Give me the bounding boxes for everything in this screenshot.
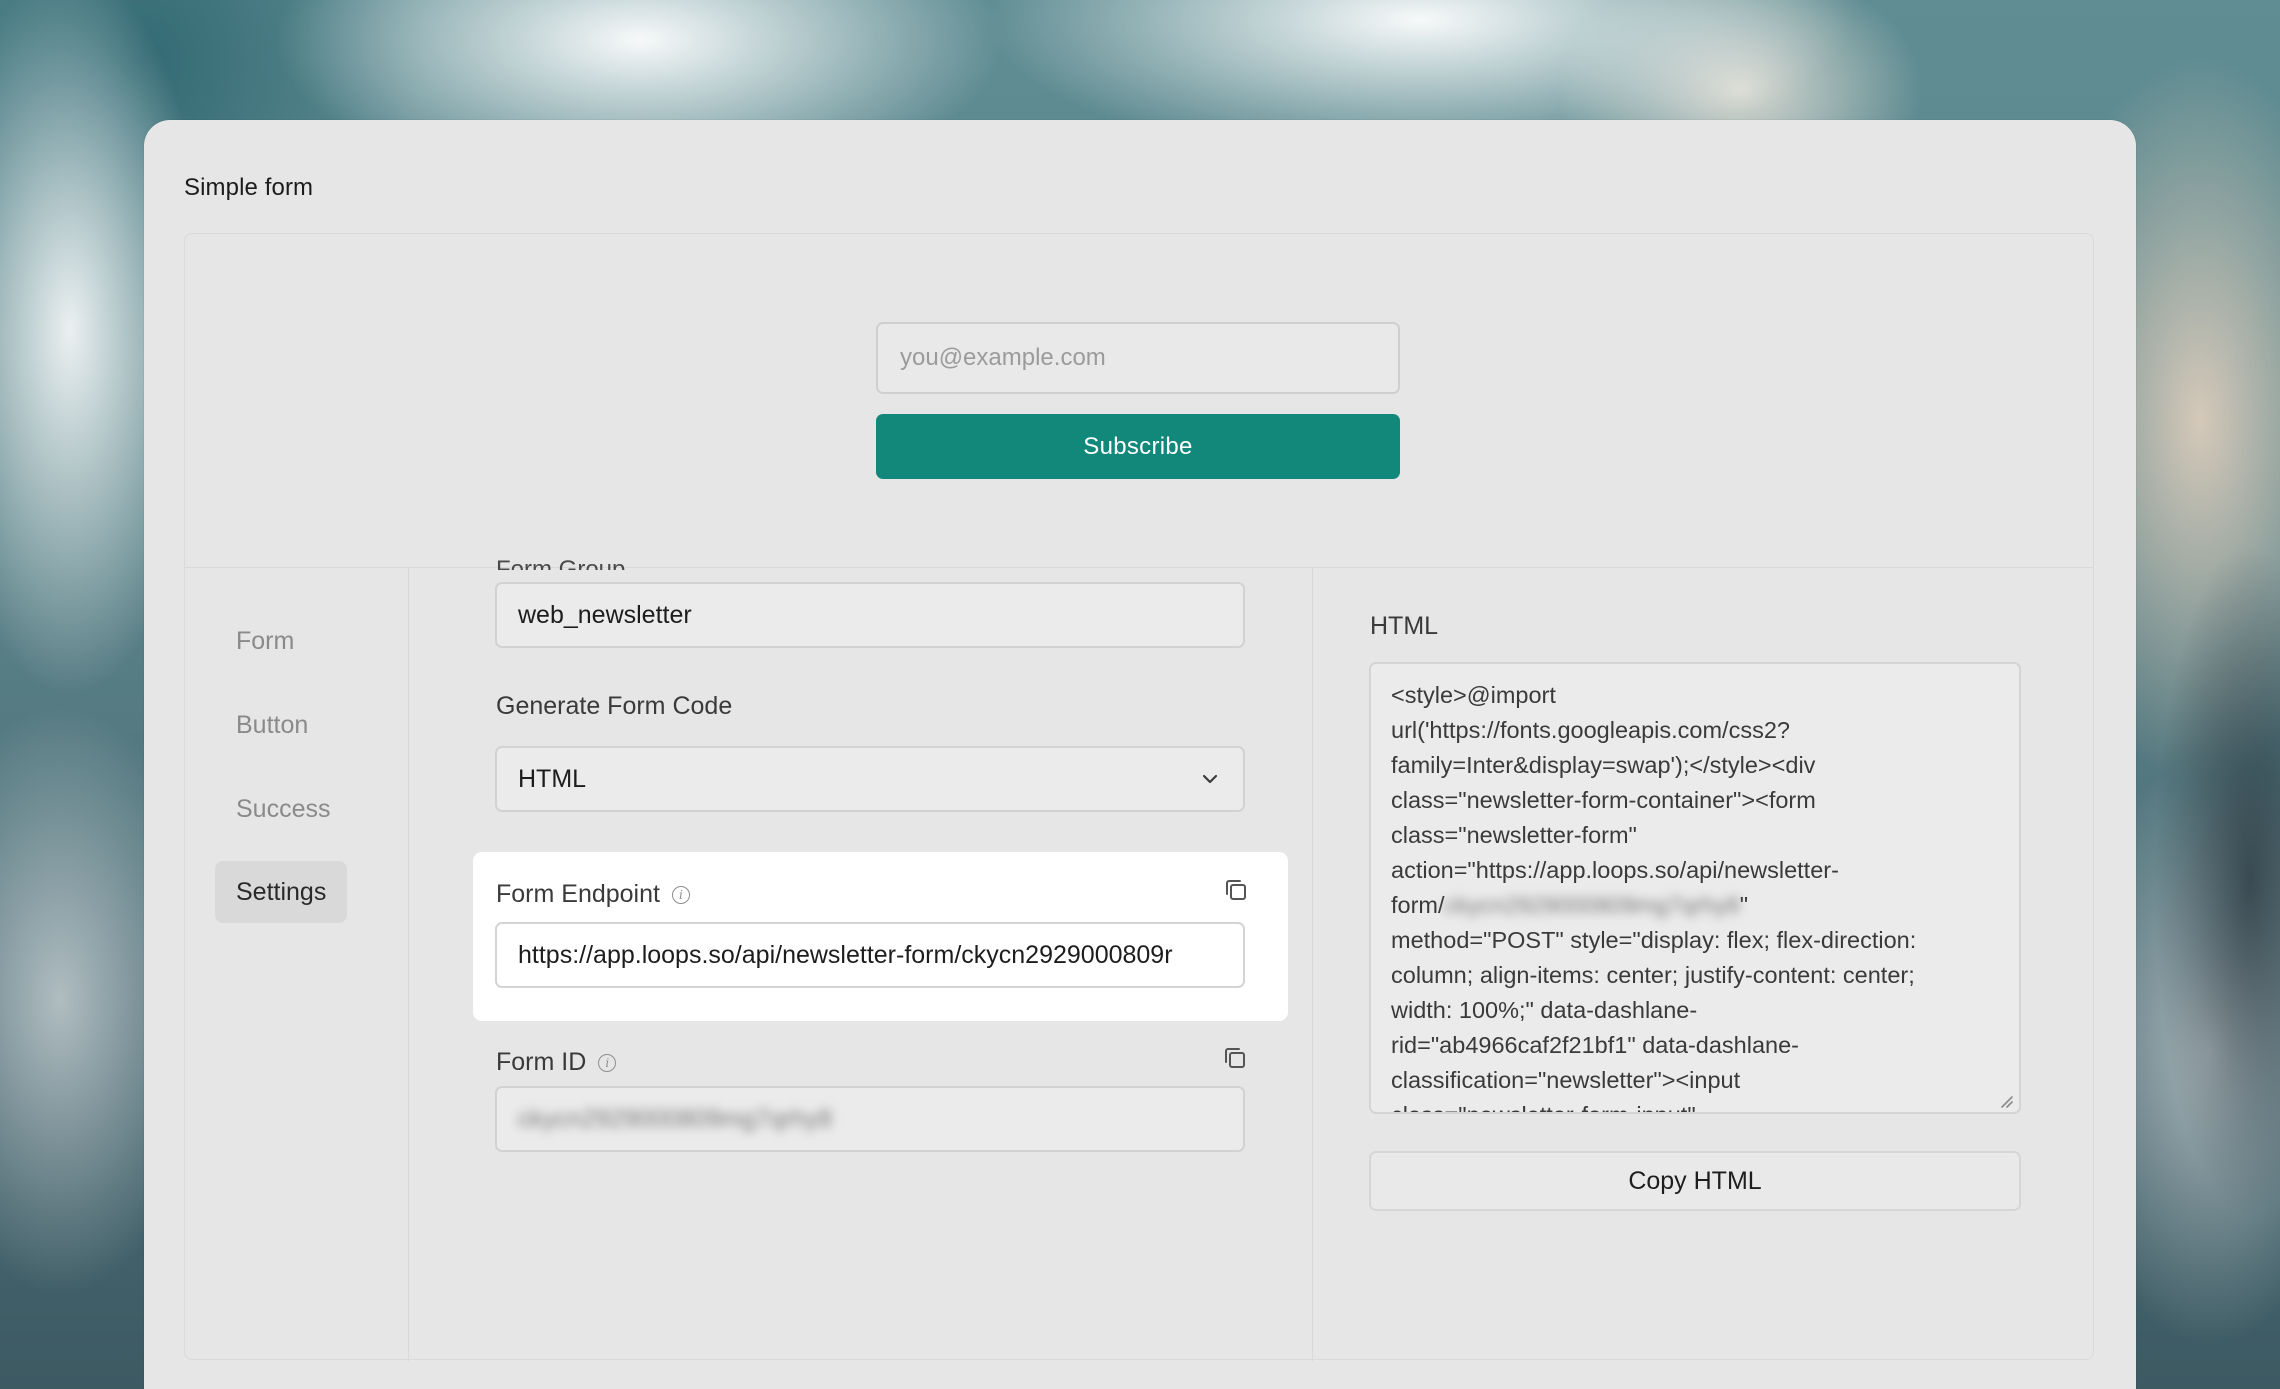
sidebar-item-label: Button (236, 710, 309, 739)
form-preview: Subscribe (185, 234, 2093, 568)
window-title: Simple form (184, 174, 314, 201)
code-line: column; align-items: center; justify-con… (1391, 962, 1915, 988)
sidebar-item-success[interactable]: Success (215, 778, 351, 840)
code-line: class="newsletter-form" (1391, 822, 1637, 848)
settings-sidebar: Form Button Success Settings (185, 568, 409, 1361)
sidebar-item-label: Success (236, 794, 331, 823)
code-line: rid="ab4966caf2f21bf1" data-dashlane- (1391, 1032, 1800, 1058)
form-endpoint-card: Form Endpoint i https://app.loops.so/api… (473, 852, 1288, 1021)
code-line: action="https://app.loops.so/api/newslet… (1391, 857, 1839, 883)
code-line: class="newsletter-form-container"><form (1391, 787, 1816, 813)
code-line: family=Inter&display=swap');</style><div (1391, 752, 1816, 778)
form-endpoint-input[interactable]: https://app.loops.so/api/newsletter-form… (495, 922, 1245, 988)
subscribe-button[interactable]: Subscribe (876, 414, 1400, 479)
code-line-form: form/ckycn2929000809mg7qrhy8" (1391, 888, 1999, 923)
form-endpoint-label: Form Endpoint i (496, 880, 690, 909)
sidebar-item-settings[interactable]: Settings (215, 861, 348, 923)
generate-code-label-text: Generate Form Code (496, 692, 733, 720)
info-icon[interactable]: i (671, 885, 690, 904)
generate-code-value: HTML (518, 764, 587, 793)
form-id-input[interactable]: ckycn2929000809mg7qrhy8 (495, 1086, 1245, 1152)
html-label: HTML (1370, 612, 1439, 640)
form-endpoint-value: https://app.loops.so/api/newsletter-form… (518, 940, 1173, 969)
settings-fields: Form Group web_newsletter Generate Form … (409, 556, 1313, 1361)
form-id-label-text: Form ID (496, 1048, 587, 1076)
sidebar-item-label: Form (236, 626, 295, 655)
generate-code-label: Generate Form Code (496, 692, 732, 721)
email-input[interactable] (876, 322, 1400, 394)
code-form-id: ckycn2929000809mg7qrhy8 (1444, 892, 1740, 918)
copy-html-button[interactable]: Copy HTML (1369, 1151, 2021, 1211)
html-code-textarea[interactable]: <style>@import url('https://fonts.google… (1369, 662, 2021, 1114)
user-group-input[interactable]: web_newsletter (495, 582, 1245, 648)
code-line: url('https://fonts.googleapis.com/css2? (1391, 717, 1790, 743)
form-editor-window: Simple form Subscribe Form Button Succes… (144, 120, 2136, 1389)
form-endpoint-label-text: Form Endpoint (496, 880, 660, 908)
copy-icon[interactable] (1222, 876, 1250, 904)
user-group-value: web_newsletter (518, 600, 692, 629)
info-icon[interactable]: i (598, 1053, 617, 1072)
background-shade (2130, 360, 2280, 1389)
code-line: width: 100%;" data-dashlane- (1391, 997, 1698, 1023)
editor-panel: Subscribe Form Button Success Settings F… (184, 233, 2094, 1361)
code-form-quote: " (1739, 892, 1749, 918)
code-line: <style>@import (1391, 682, 1556, 708)
form-id-value: ckycn2929000809mg7qrhy8 (518, 1104, 833, 1133)
sidebar-item-button[interactable]: Button (215, 694, 329, 756)
sidebar-item-label: Settings (236, 877, 327, 906)
code-form-prefix: form/ (1391, 892, 1445, 918)
code-line: method="POST" style="display: flex; flex… (1391, 927, 1917, 953)
user-group-label: Form Group (496, 556, 626, 570)
form-id-label: Form ID i (496, 1048, 617, 1077)
generate-code-select[interactable]: HTML (495, 746, 1245, 812)
sidebar-item-form[interactable]: Form (215, 610, 315, 672)
html-code-panel: HTML <style>@import url('https://fonts.g… (1313, 568, 2093, 1361)
resize-grip-icon[interactable] (1999, 1094, 2013, 1108)
chevron-down-icon (1202, 774, 1218, 784)
code-line: class="newsletter-form-input" (1391, 1098, 1999, 1112)
code-line: classification="newsletter"><input (1391, 1067, 1741, 1093)
copy-icon[interactable] (1221, 1044, 1249, 1072)
